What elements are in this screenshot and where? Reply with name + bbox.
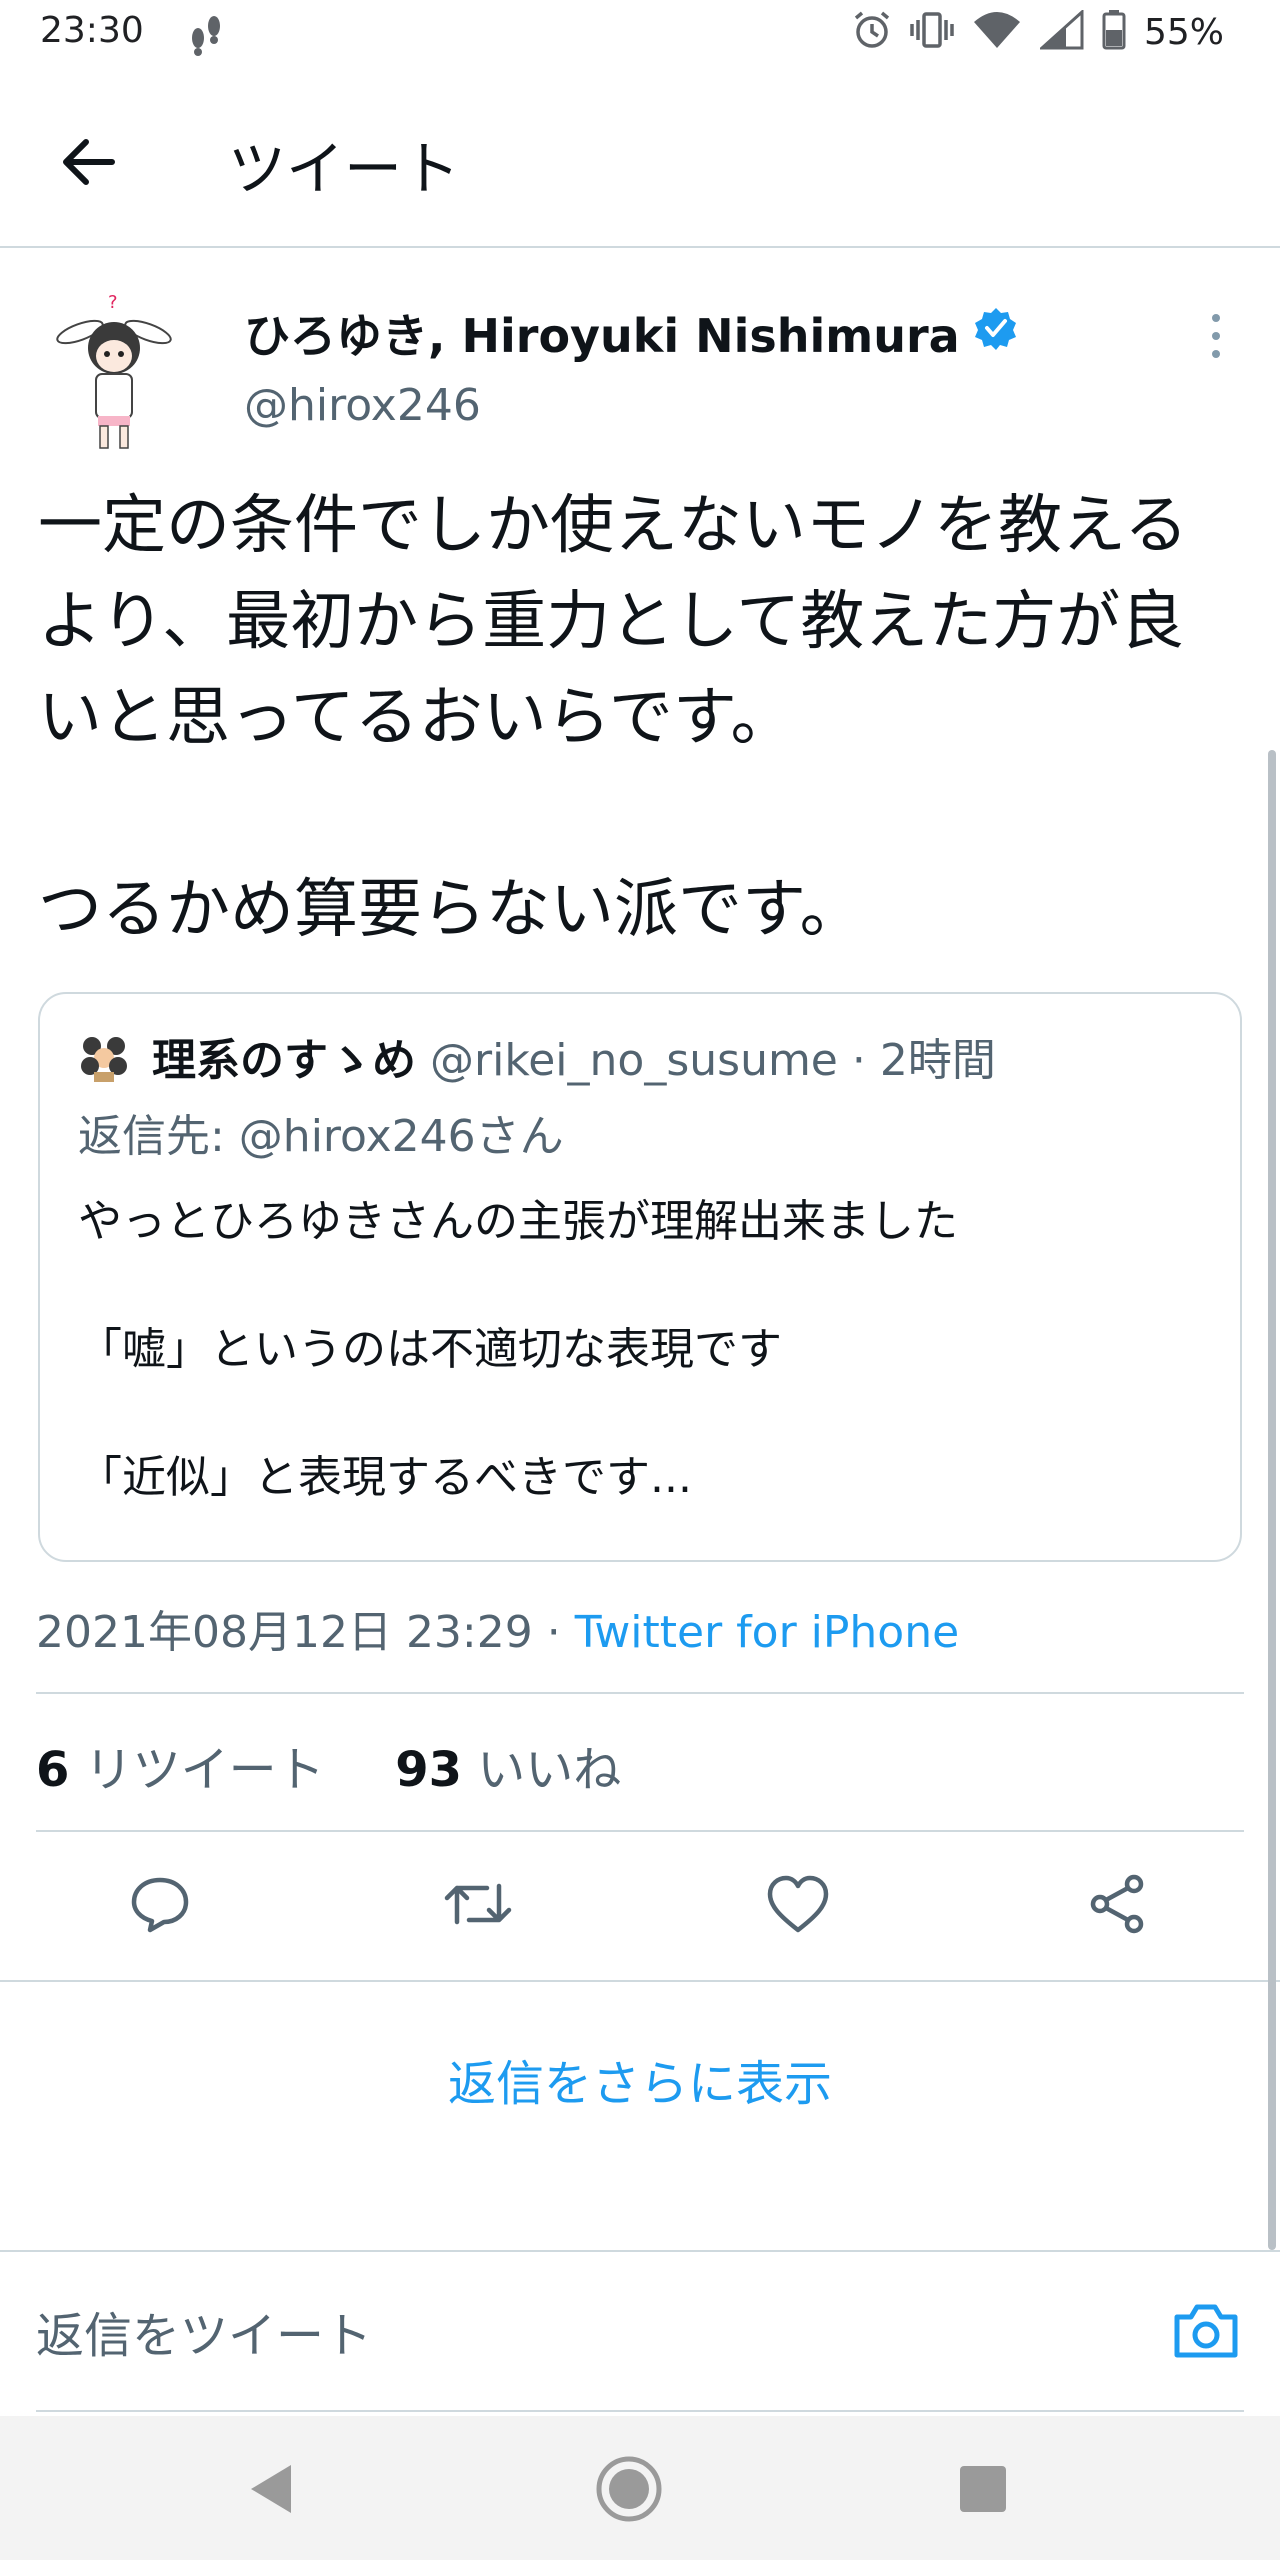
status-time: 23:30 [40, 10, 144, 51]
quote-author-handle: @rikei_no_susume [430, 1035, 838, 1086]
quote-header: 理系のすゝめ @rikei_no_susume · 2時間 [152, 1024, 996, 1088]
quote-tweet-card[interactable]: 理系のすゝめ @rikei_no_susume · 2時間 返信先: @hiro… [38, 992, 1242, 1562]
action-bar [0, 1862, 1280, 1950]
source-link[interactable]: Twitter for iPhone [575, 1607, 959, 1658]
like-count-link[interactable]: 93 いいね [395, 1742, 621, 1798]
nav-recents-button[interactable] [948, 2456, 1018, 2526]
timestamp-separator: · [532, 1607, 575, 1658]
footsteps-icon [186, 12, 226, 60]
retweet-count: 6 [36, 1742, 70, 1798]
verified-badge-icon [974, 306, 1018, 361]
scrollbar[interactable] [1268, 750, 1276, 2250]
back-button[interactable] [50, 126, 126, 202]
reply-button[interactable] [116, 1862, 204, 1950]
share-icon [1086, 1872, 1150, 1940]
retweet-icon [443, 1872, 513, 1940]
divider [36, 1692, 1244, 1694]
more-options-button[interactable] [1196, 306, 1236, 366]
divider [0, 1980, 1280, 1982]
battery-percent: 55% [1143, 11, 1224, 53]
status-icons: 55% [852, 8, 1224, 54]
author-handle[interactable]: @hirox246 [244, 380, 481, 431]
more-dot [1212, 332, 1220, 340]
quote-text: やっとひろゆきさんの主張が理解出来ました 「嘘」というのは不適切な表現です 「近… [78, 1196, 958, 1503]
show-more-replies-link[interactable]: 返信をさらに表示 [0, 2044, 1280, 2114]
square-recents-icon [958, 2464, 1008, 2518]
reply-icon [128, 1872, 192, 1940]
camera-button[interactable] [1170, 2296, 1242, 2368]
quote-author-name: 理系のすゝめ [152, 1035, 416, 1086]
app-header: ツイート [0, 74, 1280, 248]
divider [36, 1830, 1244, 1832]
retweet-button[interactable] [434, 1862, 522, 1950]
stats-row: 6 リツイート 93 いいね [36, 1730, 621, 1800]
battery-icon [1102, 10, 1126, 54]
quote-time: · 2時間 [837, 1035, 996, 1086]
author-name[interactable]: ひろゆき, Hiroyuki Nishimura [244, 300, 1018, 366]
alarm-icon [852, 10, 892, 54]
signal-icon [1038, 8, 1084, 54]
divider [36, 2410, 1244, 2412]
reply-input[interactable]: 返信をツイート [36, 2296, 372, 2366]
page-title: ツイート [228, 135, 461, 203]
system-nav-bar [0, 2416, 1280, 2560]
avatar[interactable]: ? [54, 290, 174, 460]
quote-avatar [78, 1032, 130, 1084]
retweet-count-link[interactable]: 6 リツイート [36, 1742, 325, 1798]
vibrate-icon [910, 10, 954, 54]
circle-home-icon [594, 2454, 664, 2528]
triangle-back-icon [247, 2463, 295, 2519]
quote-reply-to: 返信先: @hirox246さん [78, 1111, 564, 1162]
svg-text:?: ? [108, 292, 118, 313]
nav-home-button[interactable] [594, 2456, 664, 2526]
share-button[interactable] [1074, 1862, 1162, 1950]
author-name-text: ひろゆき, Hiroyuki Nishimura [244, 309, 960, 363]
arrow-left-icon [60, 138, 116, 190]
nav-back-button[interactable] [236, 2456, 306, 2526]
camera-icon [1173, 2301, 1239, 2363]
timestamp: 2021年08月12日 23:29 [36, 1607, 533, 1658]
wifi-icon [972, 10, 1022, 54]
like-button[interactable] [754, 1862, 842, 1950]
like-label: いいね [477, 1742, 622, 1798]
timestamp-row: 2021年08月12日 23:29 · Twitter for iPhone [36, 1596, 959, 1660]
tweet-text: 一定の条件でしか使えないモノを教えるより、最初から重力として教えた方が良いと思っ… [38, 489, 1189, 947]
heart-icon [766, 1874, 830, 1938]
more-dot [1212, 350, 1220, 358]
retweet-label: リツイート [84, 1742, 325, 1798]
like-count: 93 [395, 1742, 463, 1798]
status-bar: 23:30 55% [0, 0, 1280, 74]
divider [0, 2250, 1280, 2252]
more-vertical-icon [1212, 314, 1220, 322]
